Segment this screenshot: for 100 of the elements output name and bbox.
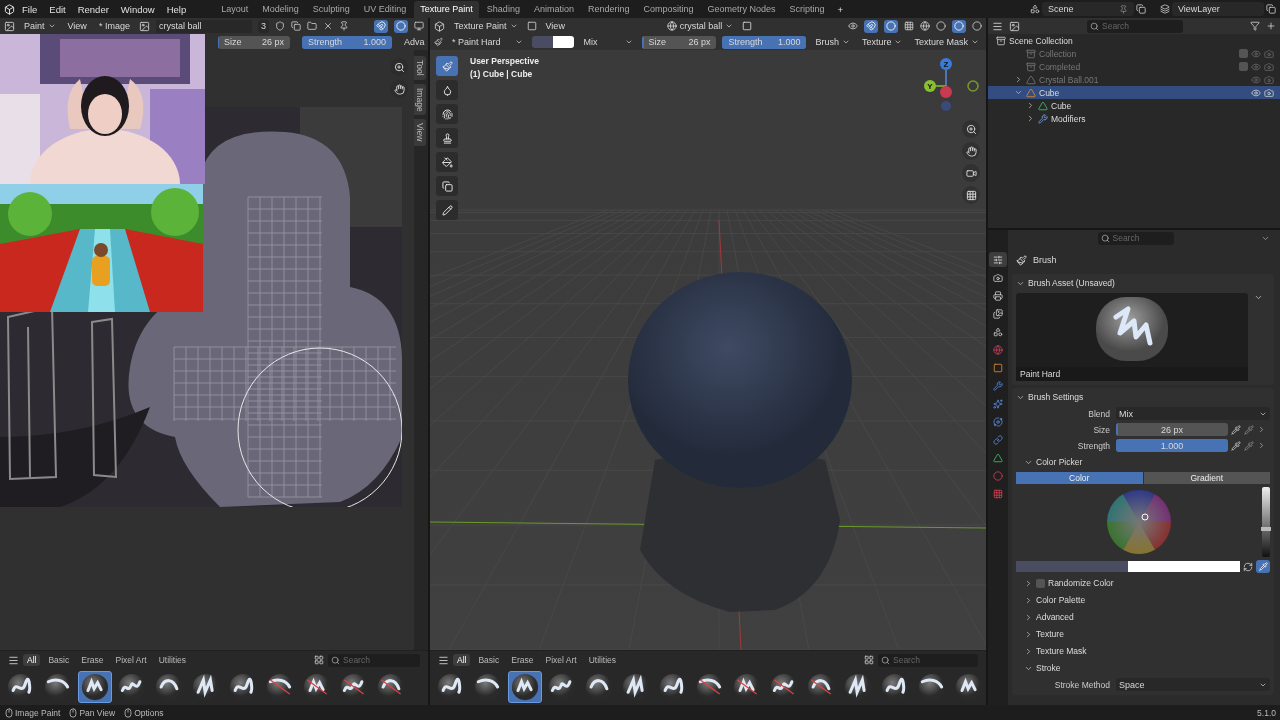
menu-item[interactable]: View <box>64 19 90 33</box>
shelf-tab[interactable]: Utilities <box>584 654 621 666</box>
square-icon[interactable] <box>526 21 537 31</box>
pan-button[interactable] <box>962 142 980 160</box>
workspace-tab[interactable]: Sculpting <box>306 0 356 18</box>
workspace-tab[interactable]: UV Editing <box>357 0 413 18</box>
checkbox[interactable] <box>1036 578 1045 588</box>
menu-item[interactable]: * Image <box>95 19 133 33</box>
menu-item[interactable]: Adva <box>404 37 425 47</box>
view-layer-field[interactable]: ViewLayer <box>1172 2 1264 16</box>
outliner-row[interactable]: Modifiers <box>988 112 1280 125</box>
zoom-button[interactable] <box>390 58 408 76</box>
workspace-tab[interactable]: Animation <box>527 0 580 18</box>
square-icon[interactable] <box>742 21 753 31</box>
overlay-button[interactable] <box>884 19 898 33</box>
panel-header[interactable]: Color Picker <box>1016 455 1270 469</box>
shelf-tab[interactable]: Pixel Art <box>541 654 581 666</box>
menu-dropdown[interactable]: Texture <box>858 35 906 49</box>
search-field[interactable]: Search <box>1097 231 1174 245</box>
menu-item[interactable]: File <box>17 1 43 17</box>
menu-item[interactable]: Render <box>72 1 114 17</box>
grid-view-icon[interactable] <box>314 655 324 665</box>
panel-header[interactable]: Brush Asset (Unsaved) <box>1016 276 1270 290</box>
pin-icon[interactable] <box>338 21 349 31</box>
brush-thumbnail[interactable] <box>508 671 542 703</box>
perspective-button[interactable] <box>962 186 980 204</box>
display-mode-icon[interactable] <box>1009 20 1020 32</box>
sidebar-tab[interactable]: View <box>414 119 426 146</box>
stroke-method-dropdown[interactable]: Space <box>1116 678 1270 691</box>
new-collection-icon[interactable] <box>1266 21 1276 31</box>
strength-slider[interactable]: Strength 1.000 <box>302 35 392 49</box>
pan-button[interactable] <box>390 80 408 98</box>
workspace-tab[interactable]: Compositing <box>637 0 700 18</box>
app-logo-icon[interactable] <box>4 3 15 15</box>
shelf-tab[interactable]: All <box>453 654 471 666</box>
properties-tab[interactable] <box>989 252 1007 267</box>
search-field[interactable]: Search <box>1087 19 1183 33</box>
editor-type-icon[interactable] <box>992 20 1003 32</box>
workspace-tab[interactable]: Geometry Nodes <box>701 0 782 18</box>
menu-dropdown[interactable]: Brush <box>812 35 853 49</box>
close-icon[interactable] <box>322 21 333 31</box>
filter-icon[interactable] <box>1250 21 1260 31</box>
menu-item[interactable]: Window <box>115 1 160 17</box>
menu-dropdown[interactable]: Texture Mask <box>911 35 982 49</box>
panel-header[interactable]: Stroke <box>1016 661 1270 675</box>
camera-view-button[interactable] <box>962 164 980 182</box>
tool-button[interactable] <box>436 80 458 100</box>
active-brush-dropdown[interactable]: * Paint Hard <box>448 35 527 49</box>
panel-header[interactable]: Brush Settings <box>1016 390 1270 404</box>
color-wheel[interactable] <box>1107 490 1171 554</box>
panel-header[interactable]: Randomize Color <box>1016 576 1270 590</box>
sync-button[interactable] <box>374 19 388 33</box>
menu-icon[interactable] <box>438 654 449 666</box>
workspace-tab[interactable]: Modeling <box>256 0 305 18</box>
shelf-tab[interactable]: All <box>23 654 41 666</box>
tool-button[interactable] <box>436 200 458 220</box>
checkbox[interactable] <box>1239 62 1248 71</box>
menu-item[interactable]: View <box>542 19 568 33</box>
blend-dropdown[interactable]: Mix <box>580 35 637 49</box>
tool-button[interactable] <box>436 152 458 172</box>
outliner-row[interactable]: Scene Collection <box>988 34 1280 47</box>
panel-header[interactable]: Texture Mask <box>1016 644 1270 658</box>
size-slider[interactable]: Size 26 px <box>218 35 290 49</box>
object-dropdown[interactable]: crystal ball <box>663 19 737 33</box>
editor-type-icon[interactable] <box>4 20 15 32</box>
shading-button[interactable] <box>952 19 966 33</box>
sidebar-tab[interactable]: Tool <box>414 56 426 80</box>
menu-item[interactable]: Edit <box>44 1 71 17</box>
display-icon[interactable] <box>414 21 424 31</box>
strength-slider[interactable]: Strength 1.000 <box>722 35 807 49</box>
view-layer-icon[interactable] <box>1160 4 1170 14</box>
user-count[interactable]: 3 <box>257 19 269 33</box>
duplicate-icon[interactable] <box>1136 4 1146 14</box>
shelf-tab[interactable]: Pixel Art <box>111 654 151 666</box>
gizmo-button[interactable] <box>864 19 878 33</box>
size-slider[interactable]: 26 px <box>1116 423 1228 436</box>
panel-header[interactable]: Color Palette <box>1016 593 1270 607</box>
color-swatch[interactable] <box>1016 561 1240 572</box>
brush-icon[interactable] <box>434 37 443 47</box>
overlay-button[interactable] <box>394 19 408 33</box>
sidebar-tab[interactable]: Image <box>414 83 426 116</box>
wireframe-icon[interactable] <box>920 21 930 31</box>
strength-slider[interactable]: 1.000 <box>1116 439 1228 452</box>
menu-icon[interactable] <box>8 654 19 666</box>
tool-button[interactable] <box>436 128 458 148</box>
tool-button[interactable] <box>436 56 458 76</box>
grid-view-icon[interactable] <box>864 655 874 665</box>
workspace-tab[interactable]: Scripting <box>783 0 831 18</box>
size-slider[interactable]: Size 26 px <box>642 35 717 49</box>
color-swatch[interactable] <box>532 36 575 48</box>
shelf-tab[interactable]: Erase <box>507 654 538 666</box>
shelf-tab[interactable]: Utilities <box>154 654 191 666</box>
eye-icon[interactable] <box>1251 87 1261 98</box>
workspace-tab[interactable]: Texture Paint <box>414 0 479 18</box>
workspace-tab[interactable]: Shading <box>480 0 526 18</box>
checker-icon[interactable] <box>904 21 914 31</box>
search-field[interactable]: Search <box>328 653 420 667</box>
slider-thumb[interactable] <box>1261 527 1271 531</box>
value-slider[interactable] <box>1262 487 1270 557</box>
menu-item[interactable]: Help <box>161 1 192 17</box>
